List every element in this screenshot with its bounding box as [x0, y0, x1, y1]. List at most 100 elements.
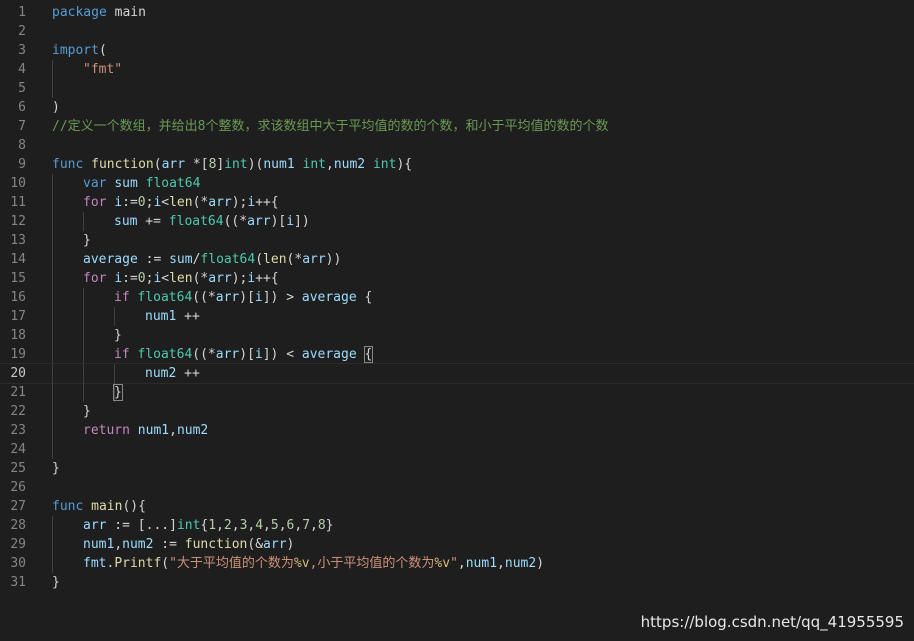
line-number: 3 [18, 43, 26, 58]
code-line[interactable]: 1 package main [0, 3, 914, 22]
code-line[interactable]: 12 sum += float64((*arr)[i]) [0, 212, 914, 231]
code-token: arr [247, 214, 271, 229]
code-token: arr [302, 252, 326, 267]
code-line[interactable]: 7 //定义一个数组，并给出8个整数，求该数组中大于平均值的数的个数，和小于平均值… [0, 117, 914, 136]
line-number: 28 [10, 518, 26, 533]
code-token: { [356, 290, 373, 305]
code-token: arr [208, 271, 232, 286]
indent-guide [83, 345, 84, 364]
line-number: 16 [10, 290, 26, 305]
line-number: 30 [10, 556, 26, 571]
indent-guide [52, 269, 53, 288]
code-token: += [137, 214, 169, 229]
line-number: 23 [10, 423, 26, 438]
line-number: 19 [10, 347, 26, 362]
code-line[interactable]: 11 for i:=0;i<len(*arr);i++{ [0, 193, 914, 212]
code-line[interactable]: 17 num1 ++ [0, 307, 914, 326]
code-line[interactable]: 29 num1,num2 := function(&arr) [0, 535, 914, 554]
code-line[interactable]: 30 fmt.Printf("大于平均值的个数为%v,小于平均值的个数为%v",n… [0, 554, 914, 573]
code-line[interactable]: 20 num2 ++ [0, 363, 914, 384]
code-line[interactable]: 23 return num1,num2 [0, 421, 914, 440]
code-token: num2 [122, 537, 154, 552]
code-token: ++ [176, 309, 200, 324]
code-line[interactable]: 14 average := sum/float64(len(*arr)) [0, 250, 914, 269]
code-line[interactable]: 13} [0, 231, 914, 250]
code-line[interactable]: 8 [0, 136, 914, 155]
code-line[interactable]: 18} [0, 326, 914, 345]
line-number: 21 [10, 385, 26, 400]
code-line[interactable]: 15 for i:=0;i<len(*arr);i++{ [0, 269, 914, 288]
code-token: := [122, 271, 138, 286]
code-text: if float64((*arr)[i]) < average { [114, 345, 374, 364]
code-token: func [52, 499, 84, 514]
code-line[interactable]: 3 import( [0, 41, 914, 60]
indent-guide [114, 364, 115, 383]
code-token: , [278, 518, 287, 533]
indent-guide [114, 307, 115, 326]
code-token: sum [169, 252, 193, 267]
indent-guide [83, 307, 84, 326]
code-token: arr [215, 290, 240, 305]
code-token: arr [161, 157, 186, 172]
code-token: package [52, 5, 107, 20]
indent-guide [52, 231, 53, 250]
code-line[interactable]: 25} [0, 459, 914, 478]
code-token: arr [263, 537, 287, 552]
code-token: ((* [192, 290, 216, 305]
code-token: := [122, 195, 138, 210]
code-token: := [...] [106, 518, 177, 533]
code-line[interactable]: 21} [0, 383, 914, 402]
code-line[interactable]: 4 "fmt" [0, 60, 914, 79]
indent-guide [52, 174, 53, 193]
code-token: , [263, 518, 271, 533]
indent-guide [52, 288, 53, 307]
code-line[interactable]: 5 [0, 79, 914, 98]
code-token: arr [83, 518, 107, 533]
code-line[interactable]: 31} [0, 573, 914, 592]
code-token: float64 [200, 252, 256, 267]
code-token: return [83, 423, 130, 438]
code-editor[interactable]: 1 package main 2 3 import(4 "fmt" 5 6) 7//定义一个数组… [0, 3, 914, 592]
code-token: float64 [168, 214, 224, 229]
code-text: num1,num2 := function(&arr) [83, 535, 294, 554]
code-token: ( [153, 157, 162, 172]
indent-guide [52, 60, 53, 79]
code-token: ); [231, 271, 248, 286]
indent-guide [52, 402, 53, 421]
code-token: num1 [263, 157, 295, 172]
line-number: 5 [18, 81, 26, 96]
code-line[interactable]: 27 func main(){ [0, 497, 914, 516]
code-token: import [52, 43, 99, 58]
code-token: 8 [317, 518, 326, 533]
line-number: 11 [10, 195, 26, 210]
code-line[interactable]: 24 [0, 440, 914, 459]
code-token: i [114, 271, 123, 286]
code-token: )[ [239, 347, 255, 362]
code-token: 2 [223, 518, 232, 533]
code-line[interactable]: 2 [0, 22, 914, 41]
code-token: , [497, 556, 505, 571]
code-line[interactable]: 10 var sum float64 [0, 174, 914, 193]
code-line[interactable]: 19 if float64((*arr)[i]) < average { [0, 345, 914, 364]
code-text: sum += float64((*arr)[i]) [114, 212, 310, 231]
code-line[interactable]: 22} [0, 402, 914, 421]
code-line[interactable]: 16 if float64((*arr)[i]) > average { [0, 288, 914, 307]
code-token: < [161, 195, 170, 210]
code-line[interactable]: 6) [0, 98, 914, 117]
code-token: := [153, 537, 185, 552]
code-line[interactable]: 26 [0, 478, 914, 497]
code-token: if [114, 347, 130, 362]
code-token: , [216, 518, 224, 533]
code-token: ); [231, 195, 248, 210]
code-line[interactable]: 9 func function(arr *[8]int)(num1 int,num… [0, 155, 914, 174]
indent-guide [52, 440, 53, 459]
code-token: int [302, 157, 326, 172]
code-token: arr [208, 195, 232, 210]
code-line[interactable]: 28 arr := [...]int{1,2,3,4,5,6,7,8} [0, 516, 914, 535]
code-token: sum [114, 176, 138, 191]
code-token: var [83, 176, 107, 191]
code-token: fmt [83, 556, 107, 571]
code-token: , [114, 537, 123, 552]
